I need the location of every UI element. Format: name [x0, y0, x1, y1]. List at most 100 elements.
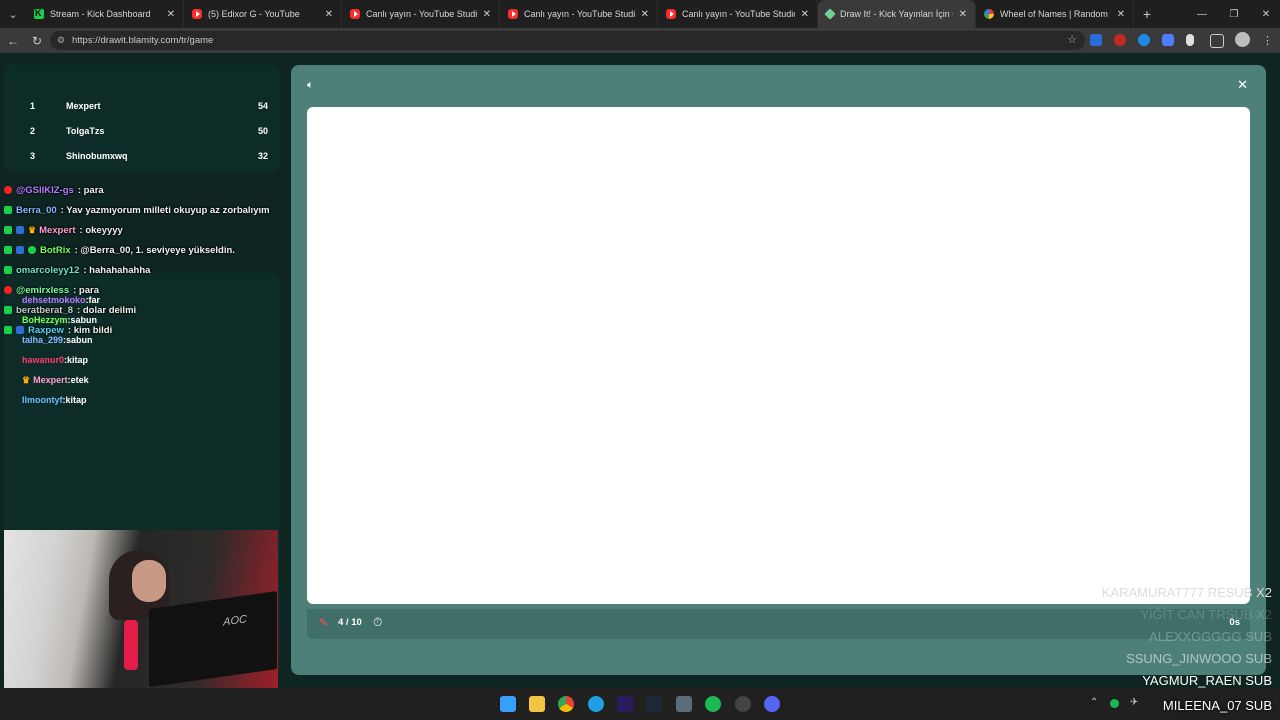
tab-search-button[interactable]: ⌄ — [0, 0, 26, 28]
steam-icon[interactable] — [646, 696, 662, 712]
player-score: 54 — [257, 101, 268, 111]
tab-kick-dashboard[interactable]: Stream - Kick Dashboard ✕ — [26, 0, 184, 28]
chat-message: @GSlIKIZ-gs: para — [4, 181, 104, 199]
kick-badge-icon — [4, 306, 12, 314]
browser-tab-strip: ⌄ Stream - Kick Dashboard ✕ (5) Edixor G… — [0, 0, 1280, 28]
more-menu-icon[interactable]: ⋮ — [1262, 34, 1273, 47]
player-name: TolgaTzs — [66, 126, 105, 136]
chat-message: Raxpew: kim bildi — [4, 321, 112, 339]
chrome-icon[interactable] — [558, 696, 574, 712]
extension-icon[interactable] — [1114, 34, 1126, 46]
discord-icon[interactable] — [764, 696, 780, 712]
chat-user: @GSlIKIZ-gs — [16, 184, 74, 196]
game-status-bar: ✎ 4 / 10 ⏱︎ 0s — [307, 609, 1250, 639]
close-icon[interactable]: ✕ — [801, 9, 809, 20]
close-icon[interactable]: ✕ — [483, 9, 491, 20]
extension-icon[interactable] — [1186, 34, 1194, 46]
tab-youtube[interactable]: (5) Edixor G - YouTube ✕ — [184, 0, 342, 28]
tab-wheel-of-names[interactable]: Wheel of Names | Random name ✕ — [976, 0, 1134, 28]
stopwatch-icon: ⏱︎ — [373, 615, 383, 629]
close-icon[interactable]: ✕ — [167, 9, 175, 20]
left-column: 1 Mexpert 54 2 TolgaTzs 50 3 Shinobumxwq… — [4, 65, 280, 705]
tab-label: (5) Edixor G - YouTube — [208, 9, 300, 19]
file-explorer-icon[interactable] — [529, 696, 545, 712]
drawing-canvas[interactable] — [307, 107, 1250, 604]
sub-alert: ALEXXGGGGG SUB — [1149, 629, 1272, 644]
tab-label: Canlı yayın - YouTube Studio — [682, 9, 795, 19]
spotify-icon[interactable] — [705, 696, 721, 712]
guess-user: hawanur0 — [22, 355, 65, 365]
chat-message: Berra_00: Yav yazmıyorum milleti okuyup … — [4, 201, 270, 219]
back-button[interactable]: ← — [4, 32, 22, 50]
chat-user: Mexpert — [39, 224, 76, 236]
restore-button[interactable]: ❐ — [1218, 0, 1250, 28]
profile-avatar[interactable] — [1235, 32, 1250, 47]
tray-icon[interactable]: ✈ — [1130, 697, 1138, 708]
leaderboard-panel: 1 Mexpert 54 2 TolgaTzs 50 3 Shinobumxwq… — [4, 65, 280, 173]
close-icon[interactable]: ✕ — [1237, 77, 1248, 93]
subscriber-badge-icon — [16, 246, 24, 254]
close-icon[interactable]: ✕ — [959, 9, 967, 20]
obs-icon[interactable] — [735, 696, 751, 712]
tab-youtube-studio-3[interactable]: Canlı yayın - YouTube Studio ✕ — [658, 0, 818, 28]
close-window-button[interactable]: ✕ — [1250, 0, 1280, 28]
chat-text: : para — [77, 184, 104, 196]
guess-word: :kitap — [62, 395, 87, 405]
youtube-icon — [508, 9, 518, 19]
tray-icon[interactable] — [1110, 699, 1119, 708]
url-text: https://drawit.blamity.com/tr/game — [72, 35, 214, 46]
windows-taskbar: ⌃ ✈ MILEENA_07 SUB — [0, 688, 1280, 720]
translate-extension-icon[interactable] — [1090, 34, 1102, 46]
chat-user: omarcoleyy12 — [16, 264, 80, 276]
tray-chevron-icon[interactable]: ⌃ — [1090, 697, 1098, 708]
close-icon[interactable]: ✕ — [325, 9, 333, 20]
leaderboard-row: 3 Shinobumxwq 32 — [30, 147, 268, 165]
address-bar-row: ← ↻ ⚙ https://drawit.blamity.com/tr/game… — [0, 28, 1280, 53]
reload-button[interactable]: ↻ — [28, 32, 46, 50]
extension-icon[interactable] — [1162, 34, 1174, 46]
sub-alert: YAGMUR_RAEN SUB — [1142, 673, 1272, 688]
streamer-face — [132, 560, 166, 602]
tab-label: Wheel of Names | Random name — [1000, 9, 1111, 19]
subscriber-badge-icon — [16, 326, 24, 334]
chat-message: BotRix: @Berra_00, 1. seviyeye yükseldin… — [4, 241, 235, 259]
close-icon[interactable]: ✕ — [1117, 9, 1125, 20]
site-info-icon[interactable]: ⚙ — [50, 35, 72, 46]
sub-alert: SSUNG_JINWOOO SUB — [1126, 651, 1272, 666]
game-panel: 🔈︎ ✕ ✎ 4 / 10 ⏱︎ 0s — [291, 65, 1266, 675]
youtube-icon — [192, 9, 202, 19]
player-name: Shinobumxwq — [66, 151, 128, 161]
bookmark-star-icon[interactable]: ☆ — [1067, 33, 1077, 46]
youtube-badge-icon — [4, 186, 12, 194]
tab-draw-it[interactable]: Draw It! - Kick Yayınları İçin Çizim ✕ — [818, 0, 976, 28]
chat-text: : Yav yazmıyorum milleti okuyup az zorba… — [60, 204, 270, 216]
speaker-icon[interactable]: 🔈︎ — [307, 79, 314, 92]
wheel-icon — [984, 9, 994, 19]
new-tab-button[interactable]: + — [1134, 6, 1160, 22]
tab-label: Draw It! - Kick Yayınları İçin Çizim — [840, 9, 953, 19]
youtube-icon — [350, 9, 360, 19]
chat-user: @emirxless — [16, 284, 70, 296]
start-menu-icon[interactable] — [500, 696, 516, 712]
tab-youtube-studio-2[interactable]: Canlı yayın - YouTube Studio ✕ — [500, 0, 658, 28]
extension-icon[interactable] — [1138, 34, 1150, 46]
close-icon[interactable]: ✕ — [641, 9, 649, 20]
chat-user: beratberat_8 — [16, 304, 74, 316]
premiere-icon[interactable] — [617, 696, 633, 712]
tab-label: Stream - Kick Dashboard — [50, 9, 151, 19]
extensions-puzzle-icon[interactable] — [1210, 34, 1224, 48]
kick-badge-icon — [4, 326, 12, 334]
chat-text: : okeyyyy — [79, 224, 123, 236]
rank: 2 — [30, 126, 36, 136]
player-score: 32 — [257, 151, 268, 161]
draw-it-icon — [824, 8, 836, 20]
tab-label: Canlı yayın - YouTube Studio — [524, 9, 635, 19]
edge-icon[interactable] — [588, 696, 604, 712]
omnibox[interactable]: ⚙ https://drawit.blamity.com/tr/game ☆ — [50, 31, 1085, 50]
leaderboard-row: 1 Mexpert 54 — [30, 97, 268, 115]
sub-alert: KARAMURAT777 RESUB X2 — [1101, 585, 1272, 600]
minimize-button[interactable]: — — [1186, 0, 1218, 28]
crown-icon: ♛ — [22, 375, 31, 385]
app-icon[interactable] — [676, 696, 692, 712]
tab-youtube-studio-1[interactable]: Canlı yayın - YouTube Studio ✕ — [342, 0, 500, 28]
